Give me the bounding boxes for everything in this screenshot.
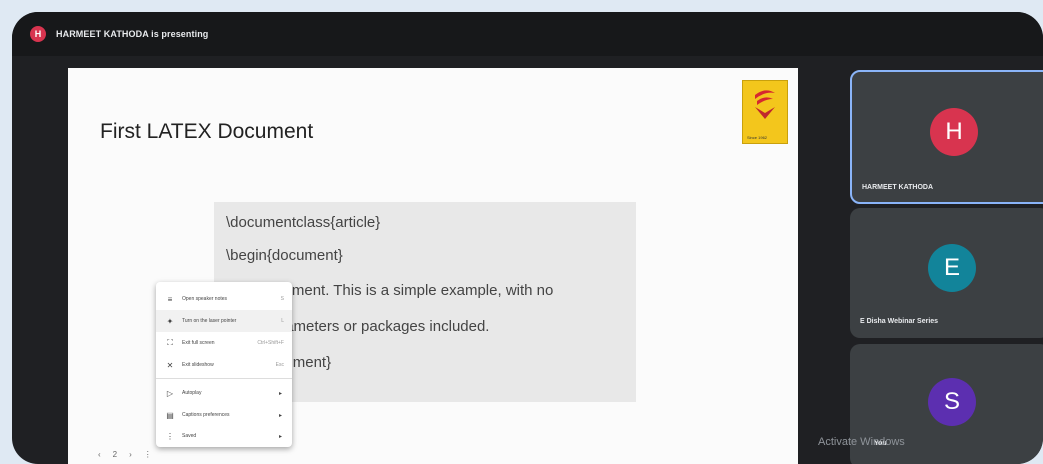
exit-fullscreen-icon: ⛶	[167, 338, 173, 347]
presenting-label: HARMEET KATHODA is presenting	[56, 29, 209, 39]
meeting-window: H HARMEET KATHODA is presenting First LA…	[12, 12, 1043, 464]
menu-item-exit-slideshow[interactable]: ✕ Exit slideshow Esc	[156, 354, 292, 376]
play-icon: ▷	[166, 388, 174, 398]
presentation-slide: First LATEX Document Since 1962 \documen…	[68, 68, 798, 464]
logo-caption: Since 1962	[747, 135, 768, 140]
menu-item-saved[interactable]: ⋮ Saved ▸	[156, 425, 292, 447]
slideshow-context-menu: ≡ Open speaker notes S ✦ Turn on the las…	[156, 282, 292, 447]
menu-item-exit-full-screen[interactable]: ⛶ Exit full screen Ctrl+Shift+F	[156, 332, 292, 354]
previous-slide-button[interactable]: ‹	[98, 450, 101, 459]
code-line: \documentclass{article}	[226, 214, 381, 231]
participant-name: HARMEET KATHODA	[862, 184, 934, 191]
participant-name: E Disha Webinar Series	[860, 318, 939, 325]
participant-tile[interactable]: H HARMEET KATHODA	[850, 70, 1043, 204]
next-slide-button[interactable]: ›	[129, 450, 132, 459]
more-vertical-icon: ⋮	[166, 431, 174, 441]
chevron-right-icon: ▸	[278, 433, 282, 440]
menu-item-speaker-notes[interactable]: ≡ Open speaker notes S	[156, 288, 292, 310]
chevron-right-icon: ▸	[278, 412, 282, 419]
participant-avatar: E	[928, 244, 976, 292]
participant-avatar: S	[928, 378, 976, 426]
presenter-avatar: H	[30, 26, 46, 42]
menu-item-autoplay[interactable]: ▷ Autoplay ▸	[156, 382, 292, 404]
menu-item-captions[interactable]: ▤ Captions preferences ▸	[156, 404, 292, 426]
participant-avatar: H	[930, 108, 978, 156]
logo-emblem	[755, 90, 775, 119]
menu-divider	[156, 378, 292, 379]
laser-pointer-icon: ✦	[166, 316, 174, 326]
slide-title: First LATEX Document	[100, 120, 314, 143]
windows-activation-watermark: Activate Windows	[818, 436, 905, 448]
presenting-bar: H HARMEET KATHODA is presenting	[12, 12, 1043, 56]
slide-navigation: ‹ 2 › ⋮	[98, 450, 152, 459]
code-line: \begin{document}	[226, 247, 343, 264]
slide-number: 2	[112, 450, 118, 459]
close-icon: ✕	[166, 360, 174, 370]
captions-icon: ▤	[166, 410, 174, 420]
notes-icon: ≡	[167, 294, 173, 304]
slide-options-button[interactable]: ⋮	[144, 450, 152, 459]
chevron-right-icon: ▸	[278, 390, 282, 397]
menu-item-laser-pointer[interactable]: ✦ Turn on the laser pointer L	[156, 310, 292, 332]
participant-tile[interactable]: E E Disha Webinar Series	[850, 208, 1043, 338]
institution-logo: Since 1962	[742, 80, 788, 144]
